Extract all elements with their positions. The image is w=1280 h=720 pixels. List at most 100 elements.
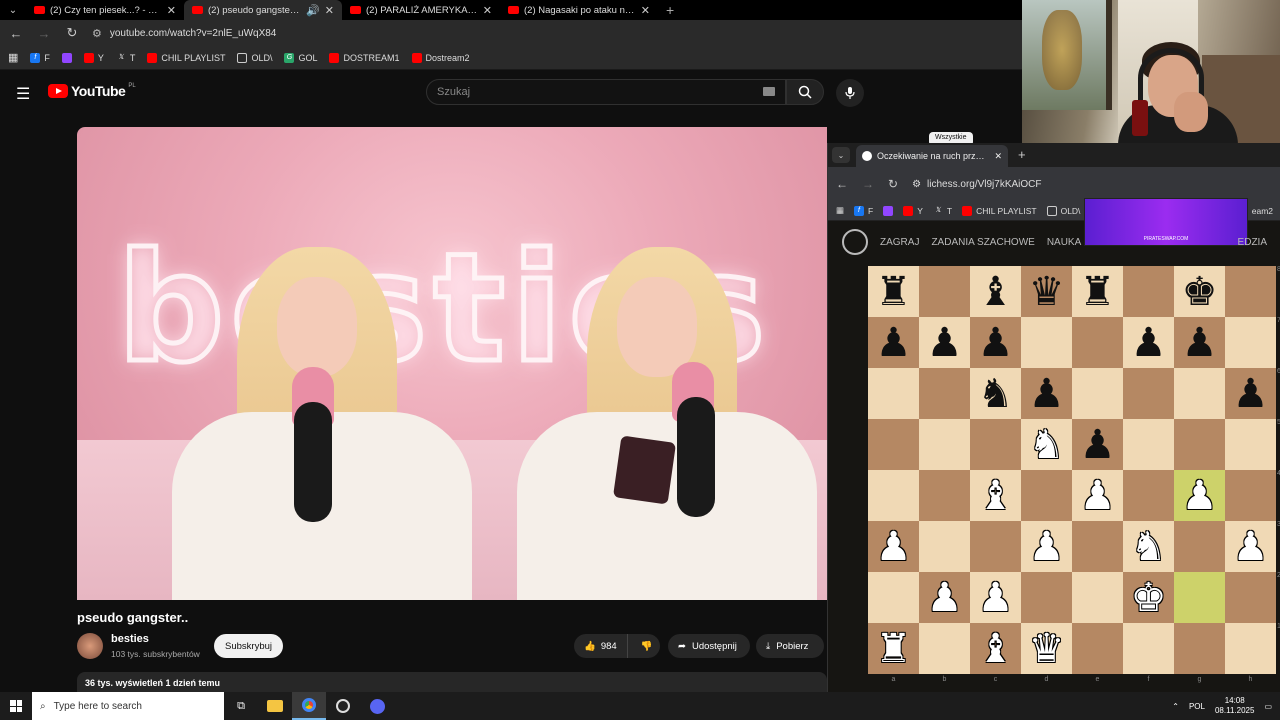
new-tab-button[interactable]: +: [1018, 147, 1026, 162]
square-g3[interactable]: [1174, 521, 1225, 572]
bookmark-chil-playlist[interactable]: CHIL PLAYLIST: [962, 205, 1037, 216]
square-d1[interactable]: ♛: [1021, 623, 1072, 674]
lichess-logo-icon[interactable]: [842, 229, 868, 255]
square-h3[interactable]: ♟: [1225, 521, 1276, 572]
square-c6[interactable]: ♞: [970, 368, 1021, 419]
site-info-icon[interactable]: ⚙: [92, 27, 102, 40]
address-bar[interactable]: ⚙ lichess.org/Vl9j7kKAiOCF: [912, 179, 1041, 190]
notifications-icon[interactable]: ▭: [1264, 702, 1272, 711]
tab-search-button[interactable]: ⌄: [832, 147, 850, 163]
square-e2[interactable]: [1072, 572, 1123, 623]
back-button[interactable]: ←: [836, 177, 848, 191]
apps-grid-icon[interactable]: ▦: [8, 51, 18, 64]
square-b4[interactable]: [919, 470, 970, 521]
browser-tab[interactable]: (2) Czy ten piesek...? - YouTube ✕: [26, 0, 184, 20]
forward-button[interactable]: →: [36, 26, 52, 41]
bookmark-x[interactable]: 𝕏T: [933, 206, 952, 216]
black-bishop-icon[interactable]: ♝: [978, 272, 1014, 312]
bookmark-chil-playlist[interactable]: CHIL PLAYLIST: [147, 52, 225, 63]
black-pawn-icon[interactable]: ♟: [876, 323, 912, 363]
square-c7[interactable]: ♟: [970, 317, 1021, 368]
bookmark-facebook[interactable]: fF: [854, 205, 873, 216]
bookmark-gol[interactable]: G GOL: [284, 52, 317, 63]
square-d6[interactable]: ♟: [1021, 368, 1072, 419]
white-queen-icon[interactable]: ♛: [1029, 629, 1065, 669]
square-a4[interactable]: [868, 470, 919, 521]
close-tab-icon[interactable]: ✕: [994, 151, 1002, 162]
forward-button[interactable]: →: [862, 177, 874, 191]
square-b1[interactable]: [919, 623, 970, 674]
square-f8[interactable]: [1123, 266, 1174, 317]
avatar[interactable]: [77, 633, 103, 659]
white-knight-icon[interactable]: ♞: [1029, 425, 1065, 465]
close-tab-icon[interactable]: ✕: [325, 4, 334, 17]
video-player[interactable]: besties: [77, 127, 827, 600]
audio-icon[interactable]: 🔊: [306, 4, 320, 17]
square-e6[interactable]: [1072, 368, 1123, 419]
bookmark-youtube[interactable]: Y: [903, 205, 923, 216]
white-pawn-icon[interactable]: ♟: [876, 527, 912, 567]
square-f2[interactable]: ♚: [1123, 572, 1174, 623]
white-bishop-icon[interactable]: ♝: [978, 629, 1014, 669]
bookmark-truncated[interactable]: eam2: [1252, 206, 1273, 216]
back-button[interactable]: ←: [8, 26, 24, 41]
bookmark-folder-old[interactable]: OLD\: [1046, 205, 1080, 216]
square-b3[interactable]: [919, 521, 970, 572]
black-rook-icon[interactable]: ♜: [1080, 272, 1116, 312]
bookmark-x[interactable]: 𝕏T: [116, 53, 135, 63]
square-h4[interactable]: [1225, 470, 1276, 521]
search-button[interactable]: [786, 79, 824, 105]
voice-search-button[interactable]: [836, 79, 864, 107]
square-g7[interactable]: ♟: [1174, 317, 1225, 368]
square-g6[interactable]: [1174, 368, 1225, 419]
browser-tab[interactable]: (2) Nagasaki po ataku nuklearnym ✕: [500, 0, 658, 20]
black-pawn-icon[interactable]: ♟: [1233, 374, 1269, 414]
square-a3[interactable]: ♟: [868, 521, 919, 572]
square-h7[interactable]: [1225, 317, 1276, 368]
share-button[interactable]: ➦ Udostępnij: [668, 634, 750, 658]
white-pawn-icon[interactable]: ♟: [1182, 476, 1218, 516]
start-button[interactable]: [0, 692, 32, 720]
square-f1[interactable]: [1123, 623, 1174, 674]
white-pawn-icon[interactable]: ♟: [1233, 527, 1269, 567]
file-explorer-button[interactable]: [258, 692, 292, 720]
subscribe-button[interactable]: Subskrybuj: [214, 634, 283, 658]
square-h5[interactable]: [1225, 419, 1276, 470]
tab-search-button[interactable]: ⌄: [0, 0, 26, 20]
square-c5[interactable]: [970, 419, 1021, 470]
bookmark-twitch[interactable]: [883, 205, 894, 216]
new-tab-button[interactable]: +: [658, 2, 682, 18]
square-e7[interactable]: [1072, 317, 1123, 368]
chess-board[interactable]: ♜ ♝ ♛ ♜ ♚ ♟ ♟ ♟ ♟ ♟ ♞ ♟ ♟ ♞ ♟ ♝ ♟ ♟ ♟ ♟ ♞ ♟ ♟ ♟ ♚ ♜ ♝ ♛: [868, 266, 1276, 674]
black-rook-icon[interactable]: ♜: [876, 272, 912, 312]
square-a2[interactable]: [868, 572, 919, 623]
bookmark-youtube[interactable]: Y: [83, 52, 104, 63]
white-rook-icon[interactable]: ♜: [876, 629, 912, 669]
black-pawn-icon[interactable]: ♟: [1029, 374, 1065, 414]
black-pawn-icon[interactable]: ♟: [1182, 323, 1218, 363]
youtube-logo[interactable]: YouTube PL: [48, 83, 136, 99]
address-bar[interactable]: ⚙ youtube.com/watch?v=2nlE_uWqX84: [92, 27, 276, 40]
search-input[interactable]: Szukaj: [426, 79, 786, 105]
square-g8[interactable]: ♚: [1174, 266, 1225, 317]
obs-button[interactable]: [326, 692, 360, 720]
black-king-icon[interactable]: ♚: [1182, 272, 1218, 312]
square-e4[interactable]: ♟: [1072, 470, 1123, 521]
square-d2[interactable]: [1021, 572, 1072, 623]
white-king-icon[interactable]: ♚: [1131, 578, 1167, 618]
square-g1[interactable]: [1174, 623, 1225, 674]
square-e8[interactable]: ♜: [1072, 266, 1123, 317]
bookmark-twitch[interactable]: [61, 52, 72, 63]
black-queen-icon[interactable]: ♛: [1029, 272, 1065, 312]
square-d3[interactable]: ♟: [1021, 521, 1072, 572]
square-e1[interactable]: [1072, 623, 1123, 674]
bookmark-facebook[interactable]: fF: [30, 52, 50, 63]
close-tab-icon[interactable]: ✕: [641, 4, 650, 17]
reload-button[interactable]: ↻: [888, 177, 898, 191]
square-c3[interactable]: [970, 521, 1021, 572]
square-f4[interactable]: [1123, 470, 1174, 521]
description-box[interactable]: 36 tys. wyświetleń 1 dzień temu: [77, 672, 827, 692]
apps-grid-icon[interactable]: ▦: [836, 205, 844, 216]
square-f5[interactable]: [1123, 419, 1174, 470]
square-f7[interactable]: ♟: [1123, 317, 1174, 368]
